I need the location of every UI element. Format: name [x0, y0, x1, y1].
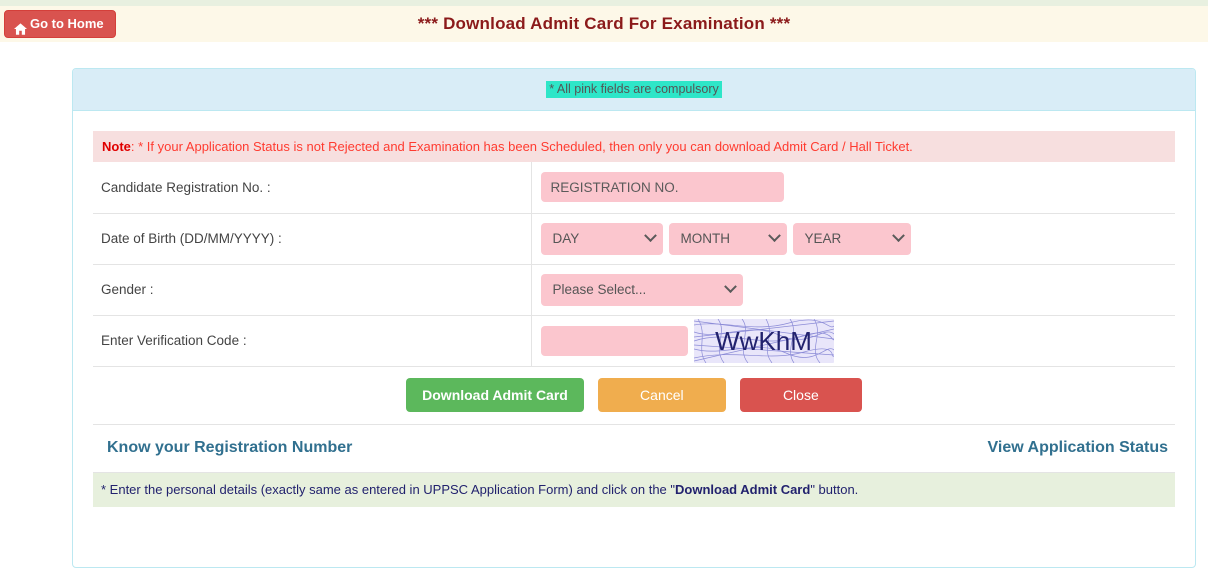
footer-prefix: * Enter the personal details (exactly sa… — [101, 482, 676, 497]
know-your-registration-number-link[interactable]: Know your Registration Number — [107, 439, 352, 457]
close-button[interactable]: Close — [739, 378, 862, 412]
chevron-down-icon — [891, 229, 905, 243]
dob-month-value: MONTH — [680, 231, 731, 246]
row-registration-no: Candidate Registration No. : — [93, 162, 1175, 213]
row-date-of-birth: Date of Birth (DD/MM/YYYY) : DAY MONTH Y… — [93, 213, 1175, 264]
gender-value: Please Select... — [552, 282, 647, 297]
home-icon — [14, 18, 27, 35]
registration-no-input[interactable] — [540, 172, 784, 203]
row-verification-code: Enter Verification Code : WwKhM — [93, 315, 1175, 366]
view-application-status-link[interactable]: View Application Status — [988, 439, 1168, 457]
action-buttons-row: Download Admit Card Cancel Close — [93, 367, 1175, 425]
compulsory-fields-note: * All pink fields are compulsory — [546, 81, 722, 98]
footer-suffix: " button. — [810, 482, 859, 497]
download-admit-card-button[interactable]: Download Admit Card — [406, 378, 584, 412]
helper-links-row: Know your Registration Number View Appli… — [93, 425, 1175, 473]
footer-bold: Download Admit Card — [675, 482, 811, 497]
note-text: : * If your Application Status is not Re… — [130, 139, 913, 154]
gender-select[interactable]: Please Select... — [540, 273, 743, 306]
chevron-down-icon — [643, 229, 657, 243]
admit-card-form: Candidate Registration No. : Date of Bir… — [93, 162, 1175, 367]
cell-date-of-birth: DAY MONTH YEAR — [531, 213, 1175, 264]
panel-body: Note: * If your Application Status is no… — [73, 111, 1195, 507]
footer-instruction-bar: * Enter the personal details (exactly sa… — [93, 472, 1175, 507]
cell-gender: Please Select... — [531, 264, 1175, 315]
cell-registration-no — [531, 162, 1175, 213]
dob-day-value: DAY — [552, 231, 580, 246]
label-gender: Gender : — [93, 264, 532, 315]
dob-year-select[interactable]: YEAR — [792, 222, 911, 255]
label-date-of-birth: Date of Birth (DD/MM/YYYY) : — [93, 213, 532, 264]
dob-year-value: YEAR — [804, 231, 842, 246]
go-to-home-label: Go to Home — [30, 16, 104, 31]
chevron-down-icon — [767, 229, 781, 243]
page-title: *** Download Admit Card For Examination … — [417, 14, 791, 33]
go-to-home-button[interactable]: Go to Home — [4, 10, 116, 38]
dob-day-select[interactable]: DAY — [540, 222, 663, 255]
cell-verification-code: WwKhM — [531, 315, 1175, 366]
dob-month-select[interactable]: MONTH — [668, 222, 787, 255]
row-gender: Gender : Please Select... — [93, 264, 1175, 315]
verification-code-input[interactable] — [540, 325, 688, 356]
panel-heading: * All pink fields are compulsory — [73, 69, 1195, 111]
captcha-code-text: WwKhM — [715, 325, 812, 356]
label-verification-code: Enter Verification Code : — [93, 315, 532, 366]
chevron-down-icon — [723, 280, 737, 294]
note-label: Note — [102, 139, 131, 154]
label-registration-no: Candidate Registration No. : — [93, 162, 532, 213]
cancel-button[interactable]: Cancel — [597, 378, 726, 412]
captcha-image: WwKhM — [693, 318, 834, 363]
note-banner: Note: * If your Application Status is no… — [93, 131, 1175, 162]
admit-card-panel: * All pink fields are compulsory Note: *… — [72, 68, 1196, 568]
